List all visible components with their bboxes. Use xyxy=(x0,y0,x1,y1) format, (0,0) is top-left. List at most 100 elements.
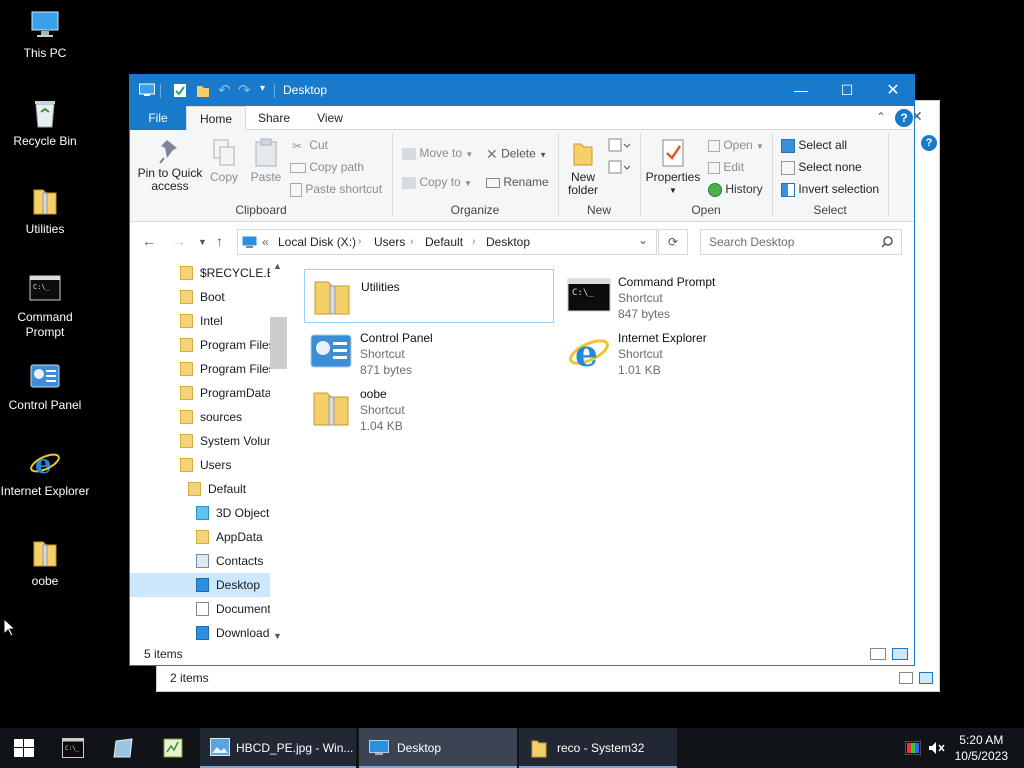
nav-item-boot[interactable]: Boot xyxy=(130,285,270,309)
nav-item-default[interactable]: Default xyxy=(130,477,270,501)
nav-item-sources[interactable]: sources xyxy=(130,405,270,429)
nav-item-programdata[interactable]: ProgramData xyxy=(130,381,271,405)
undo-icon[interactable]: ↶ xyxy=(218,81,231,99)
nav-item-program-files[interactable]: Program Files xyxy=(130,333,275,357)
desktop-icon-control-panel[interactable]: Control Panel xyxy=(0,360,90,413)
search-box[interactable]: Search Desktop xyxy=(700,229,902,255)
details-view-icon[interactable] xyxy=(870,648,886,660)
nav-item-contacts[interactable]: Contacts xyxy=(130,549,270,573)
desktop-icon-recycle-bin[interactable]: Recycle Bin xyxy=(0,96,90,149)
file-item-internet-explorer[interactable]: e Internet Explorer Shortcut 1.01 KB xyxy=(562,325,812,379)
title-bar[interactable]: ↶ ↷ ▾ Desktop — ☐ ✕ xyxy=(130,75,914,106)
breadcrumb-desktop[interactable]: Desktop xyxy=(486,235,530,249)
breadcrumb-separator-icon[interactable]: › xyxy=(358,236,361,247)
tab-view[interactable]: View xyxy=(302,106,358,130)
breadcrumb-default[interactable]: Default xyxy=(425,235,463,249)
refresh-button[interactable]: ⟳ xyxy=(658,229,688,255)
address-dropdown-icon[interactable]: ⌄ xyxy=(638,233,648,247)
navigation-pane[interactable]: $RECYCLE.BIN Boot Intel Program Files Progra… xyxy=(130,261,287,645)
recent-locations-button[interactable]: ▼ xyxy=(198,237,207,247)
rename-button[interactable]: Rename xyxy=(486,175,549,189)
minimize-button[interactable]: — xyxy=(778,75,824,106)
nav-item-recycle-bin[interactable]: $RECYCLE.BIN xyxy=(130,261,287,285)
help-icon[interactable]: ? xyxy=(921,135,937,151)
desktop-icon-internet-explorer[interactable]: e Internet Explorer xyxy=(0,446,90,499)
new-folder-button[interactable]: New folder xyxy=(564,138,602,197)
up-button[interactable]: ↑ xyxy=(216,233,223,249)
close-button[interactable]: ✕ xyxy=(870,75,916,106)
properties-button[interactable]: Properties ▼ xyxy=(644,138,702,197)
forward-button[interactable]: → xyxy=(172,233,186,249)
history-button[interactable]: History xyxy=(708,182,763,197)
clock[interactable]: 5:20 AM 10/5/2023 xyxy=(955,732,1008,764)
breadcrumb-separator-icon[interactable]: › xyxy=(472,236,475,247)
new-item-icon[interactable] xyxy=(608,138,630,152)
properties-quick-icon[interactable] xyxy=(173,83,187,98)
breadcrumb-local-disk[interactable]: Local Disk (X:) xyxy=(278,235,356,249)
invert-selection-button[interactable]: Invert selection xyxy=(781,182,879,197)
navigation-scrollbar[interactable]: ▲ ▼ xyxy=(270,261,287,645)
desktop-icon-oobe[interactable]: oobe xyxy=(0,536,90,589)
select-all-button[interactable]: Select all xyxy=(781,138,847,153)
paste-button[interactable]: Paste xyxy=(246,138,286,184)
edit-button[interactable]: Edit xyxy=(708,160,744,174)
new-folder-quick-icon[interactable] xyxy=(196,83,210,98)
copy-button[interactable]: Copy xyxy=(206,138,242,184)
nav-item-program-files[interactable]: Program Files xyxy=(130,357,275,381)
move-to-button[interactable]: Move to ▼ xyxy=(402,146,473,160)
volume-muted-icon[interactable] xyxy=(928,741,946,755)
file-list[interactable]: Utilities C:\_ Command Prompt Shortcut 847 b… xyxy=(290,261,914,645)
easy-access-icon[interactable] xyxy=(608,160,630,174)
explorer-window[interactable]: ↶ ↷ ▾ Desktop — ☐ ✕ File Home Share View… xyxy=(129,74,915,666)
details-view-icon[interactable] xyxy=(899,672,913,684)
tab-file[interactable]: File xyxy=(130,106,186,130)
desktop-icon-command-prompt[interactable]: C:\_ Command Prompt xyxy=(0,272,90,340)
large-icons-view-icon[interactable] xyxy=(892,648,908,660)
nav-item-system-volume[interactable]: System Volume xyxy=(130,429,283,453)
nav-item-intel[interactable]: Intel xyxy=(130,309,270,333)
taskbar-task-desktop[interactable]: Desktop xyxy=(359,728,517,768)
copy-to-button[interactable]: Copy to ▼ xyxy=(402,175,472,189)
search-input[interactable]: Search Desktop xyxy=(709,235,794,249)
scrollbar-thumb[interactable] xyxy=(270,317,287,369)
delete-button[interactable]: ✕ Delete ▼ xyxy=(486,146,547,163)
file-item-control-panel[interactable]: Control Panel Shortcut 871 bytes xyxy=(304,325,554,379)
customize-qat-icon[interactable]: ▾ xyxy=(260,83,265,94)
nav-item-desktop[interactable]: Desktop xyxy=(130,573,270,597)
desktop-icon-this-pc[interactable]: This PC xyxy=(0,8,90,61)
tab-home[interactable]: Home xyxy=(186,106,246,131)
collapse-ribbon-icon[interactable]: ⌃ xyxy=(876,110,886,124)
nav-item-users[interactable]: Users xyxy=(130,453,270,477)
breadcrumb-separator-icon[interactable]: › xyxy=(410,236,413,247)
copy-path-button[interactable]: Copy path xyxy=(290,160,364,174)
paste-shortcut-button[interactable]: Paste shortcut xyxy=(290,182,382,197)
tab-share[interactable]: Share xyxy=(246,106,302,130)
taskbar-app[interactable] xyxy=(100,728,148,768)
nav-item-downloads[interactable]: Downloads xyxy=(130,621,275,645)
file-item-command-prompt[interactable]: C:\_ Command Prompt Shortcut 847 bytes xyxy=(562,269,812,323)
display-color-icon[interactable] xyxy=(905,741,921,755)
taskbar-cmd[interactable]: C:\_ xyxy=(50,728,98,768)
file-item-utilities[interactable]: Utilities xyxy=(304,269,554,323)
scroll-up-icon[interactable]: ▲ xyxy=(273,261,282,271)
select-none-button[interactable]: Select none xyxy=(781,160,862,175)
redo-icon[interactable]: ↷ xyxy=(238,81,251,99)
back-button[interactable]: ← xyxy=(142,233,156,249)
scroll-down-icon[interactable]: ▼ xyxy=(273,631,282,641)
nav-item-documents[interactable]: Documents xyxy=(130,597,277,621)
large-icons-view-icon[interactable] xyxy=(919,672,933,684)
maximize-button[interactable]: ☐ xyxy=(824,75,870,106)
taskbar-task-photo-viewer[interactable]: HBCD_PE.jpg - Win... xyxy=(200,728,356,768)
overflow-chevron-icon[interactable]: « xyxy=(262,235,269,249)
start-button[interactable] xyxy=(0,728,48,768)
help-icon[interactable]: ? xyxy=(895,109,913,127)
address-bar[interactable]: « Local Disk (X:) › Users › Default › De… xyxy=(237,229,657,255)
breadcrumb-users[interactable]: Users xyxy=(374,235,405,249)
nav-item-3d-objects[interactable]: 3D Objects xyxy=(130,501,275,525)
desktop-icon-utilities[interactable]: Utilities xyxy=(0,184,90,237)
pin-to-quick-access-button[interactable]: Pin to Quick access xyxy=(136,138,204,193)
nav-item-appdata[interactable]: AppData xyxy=(130,525,270,549)
cut-button[interactable]: ✂ Cut xyxy=(292,138,328,153)
file-item-oobe[interactable]: oobe Shortcut 1.04 KB xyxy=(304,381,554,435)
taskbar-notepad[interactable] xyxy=(150,728,198,768)
